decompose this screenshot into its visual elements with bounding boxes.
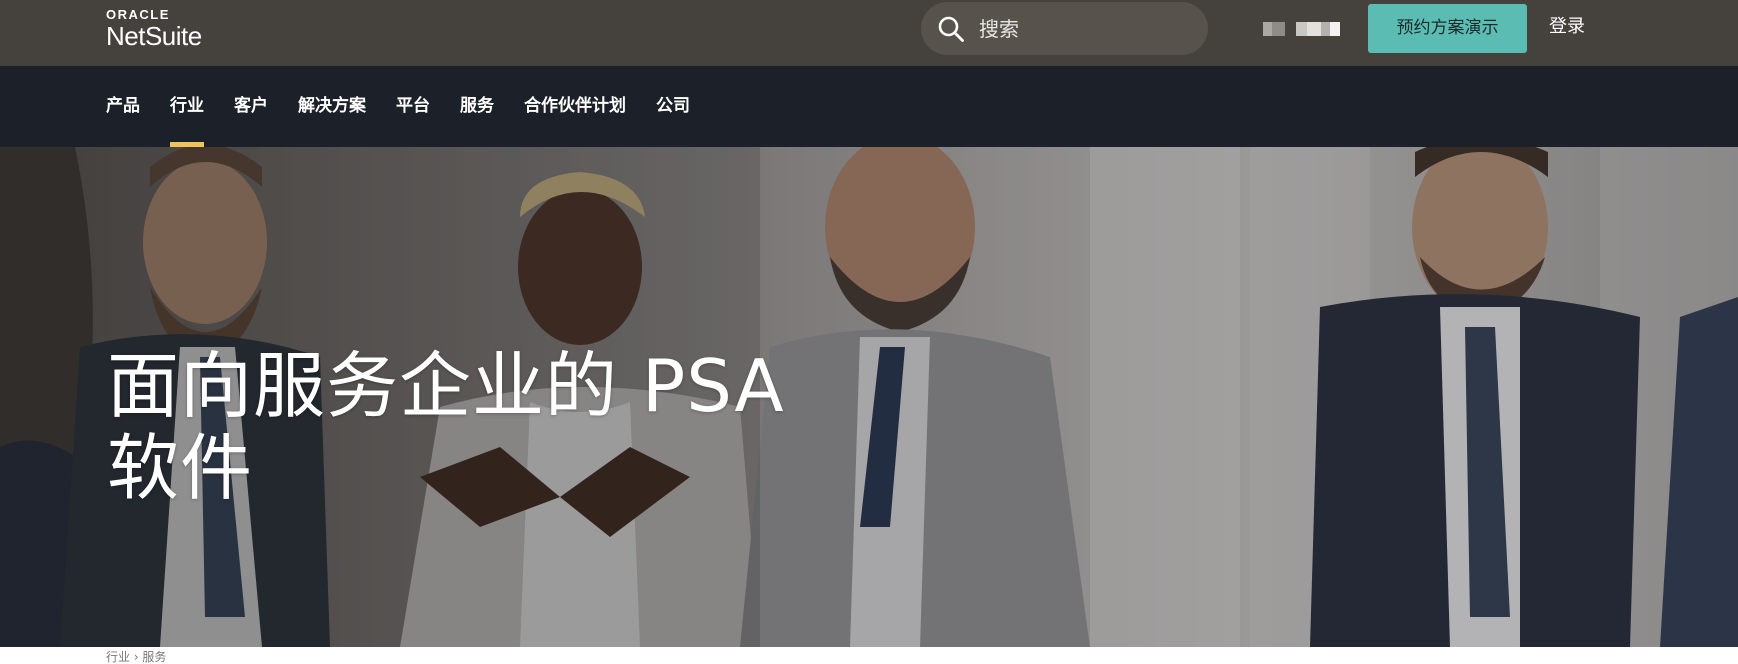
search-icon[interactable] xyxy=(937,15,965,43)
hero-title-line1: 面向服务企业的 PSA xyxy=(107,344,785,429)
nav-item-platform[interactable]: 平台 xyxy=(396,66,430,147)
nav-item-services[interactable]: 服务 xyxy=(460,66,494,147)
nav-item-partners[interactable]: 合作伙伴计划 xyxy=(524,66,626,147)
book-demo-button[interactable]: 预约方案演示 xyxy=(1368,4,1527,53)
hero-banner: 面向服务企业的 PSA 软件 xyxy=(0,147,1738,647)
hero-title-line2: 软件 xyxy=(107,426,254,511)
search-box[interactable] xyxy=(921,2,1208,55)
nav-item-products[interactable]: 产品 xyxy=(106,66,140,147)
nav-item-customers[interactable]: 客户 xyxy=(234,66,268,147)
logo-oracle-text: ORACLE xyxy=(106,7,170,22)
search-input[interactable] xyxy=(977,11,1191,47)
oracle-netsuite-logo[interactable]: ORACLE NetSuite xyxy=(106,7,202,51)
logo-netsuite-text: NetSuite xyxy=(106,21,202,51)
nav-item-industries[interactable]: 行业 xyxy=(170,66,204,147)
nav-item-company[interactable]: 公司 xyxy=(656,66,690,147)
hero-title: 面向服务企业的 PSA 软件 xyxy=(107,345,827,509)
breadcrumb[interactable]: 行业 › 服务 xyxy=(106,651,166,663)
nav-list: 产品 行业 客户 解决方案 平台 服务 合作伙伴计划 公司 xyxy=(106,66,720,147)
language-selector[interactable] xyxy=(1263,22,1345,36)
login-link[interactable]: 登录 xyxy=(1549,14,1585,40)
nav-item-solutions[interactable]: 解决方案 xyxy=(298,66,366,147)
main-nav: 产品 行业 客户 解决方案 平台 服务 合作伙伴计划 公司 xyxy=(0,66,1738,147)
top-bar: ORACLE NetSuite 预约方案演示 登录 xyxy=(0,0,1738,66)
